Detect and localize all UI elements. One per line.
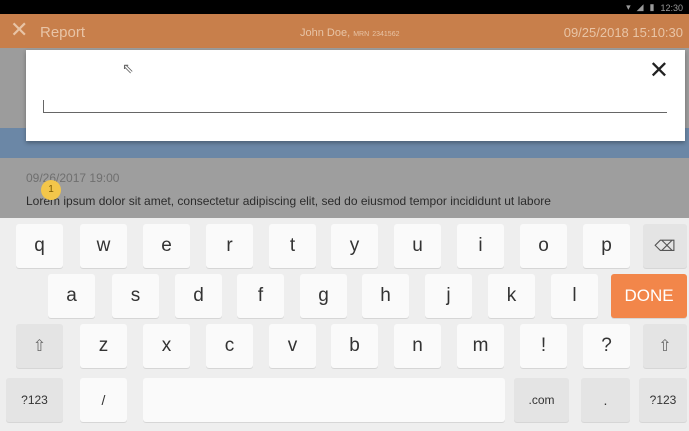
key-v[interactable]: v [269, 324, 316, 368]
key-n[interactable]: n [394, 324, 441, 368]
signal-icon: ◢ [636, 2, 644, 12]
note-badge[interactable]: 1 [41, 180, 61, 200]
key-a[interactable]: a [48, 274, 95, 318]
key-g[interactable]: g [300, 274, 347, 318]
symbols-button[interactable]: ?123 [6, 378, 63, 422]
on-screen-keyboard: q w e r t y u i o p ⌫ a s d f g h j k l … [0, 218, 689, 431]
mouse-cursor-icon: ⇖ [122, 60, 134, 76]
key-x[interactable]: x [143, 324, 190, 368]
shift-icon: ⇧ [32, 338, 47, 355]
key-f[interactable]: f [237, 274, 284, 318]
mrn-value: 2341562 [372, 31, 400, 38]
mrn-label: MRN [353, 31, 370, 38]
key-question[interactable]: ? [583, 324, 630, 368]
app-header: ✕ Report John Doe, MRN 2341562 09/25/201… [0, 14, 689, 48]
patient-info: John Doe, MRN 2341562 [300, 27, 400, 39]
key-slash[interactable]: / [80, 378, 127, 422]
key-e[interactable]: e [143, 224, 190, 268]
key-h[interactable]: h [362, 274, 409, 318]
key-y[interactable]: y [331, 224, 378, 268]
note-text: Lorem ipsum dolor sit amet, consectetur … [26, 194, 551, 208]
key-i[interactable]: i [457, 224, 504, 268]
spacebar[interactable] [143, 378, 505, 422]
shift-button[interactable]: ⇧ [16, 324, 63, 368]
key-exclamation[interactable]: ! [520, 324, 567, 368]
key-b[interactable]: b [331, 324, 378, 368]
header-date: 09/25/2018 15:10:30 [563, 25, 683, 40]
key-r[interactable]: r [206, 224, 253, 268]
key-p[interactable]: p [583, 224, 630, 268]
key-j[interactable]: j [425, 274, 472, 318]
key-w[interactable]: w [80, 224, 127, 268]
battery-icon: ▮ [649, 2, 655, 12]
key-k[interactable]: k [488, 274, 535, 318]
text-entry-dialog: ⇖ ✕ [26, 50, 685, 141]
key-z[interactable]: z [80, 324, 127, 368]
key-l[interactable]: l [551, 274, 598, 318]
key-o[interactable]: o [520, 224, 567, 268]
key-d[interactable]: d [175, 274, 222, 318]
close-icon[interactable]: ✕ [649, 56, 669, 85]
close-icon[interactable]: ✕ [10, 19, 28, 41]
dotcom-button[interactable]: .com [514, 378, 569, 422]
status-time: 12:30 [660, 2, 683, 13]
status-icons: ▾ ◢ ▮ 12:30 [626, 2, 683, 13]
page-title: Report [40, 24, 86, 41]
patient-name: John Doe, [300, 27, 351, 39]
shift-button-right[interactable]: ⇧ [643, 324, 687, 368]
symbols-button-right[interactable]: ?123 [639, 378, 687, 422]
wifi-icon: ▾ [626, 2, 631, 12]
done-button[interactable]: DONE [611, 274, 687, 318]
key-m[interactable]: m [457, 324, 504, 368]
text-input[interactable] [43, 100, 667, 113]
dimmed-note [0, 158, 689, 218]
key-u[interactable]: u [394, 224, 441, 268]
note-date: 09/26/2017 19:00 [26, 171, 120, 185]
shift-icon: ⇧ [658, 338, 672, 355]
key-s[interactable]: s [112, 274, 159, 318]
status-bar: ▾ ◢ ▮ 12:30 [0, 0, 689, 14]
key-c[interactable]: c [206, 324, 253, 368]
backspace-button[interactable]: ⌫ [643, 224, 687, 268]
key-q[interactable]: q [16, 224, 63, 268]
key-t[interactable]: t [269, 224, 316, 268]
backspace-icon: ⌫ [654, 238, 676, 255]
key-period[interactable]: . [581, 378, 630, 422]
